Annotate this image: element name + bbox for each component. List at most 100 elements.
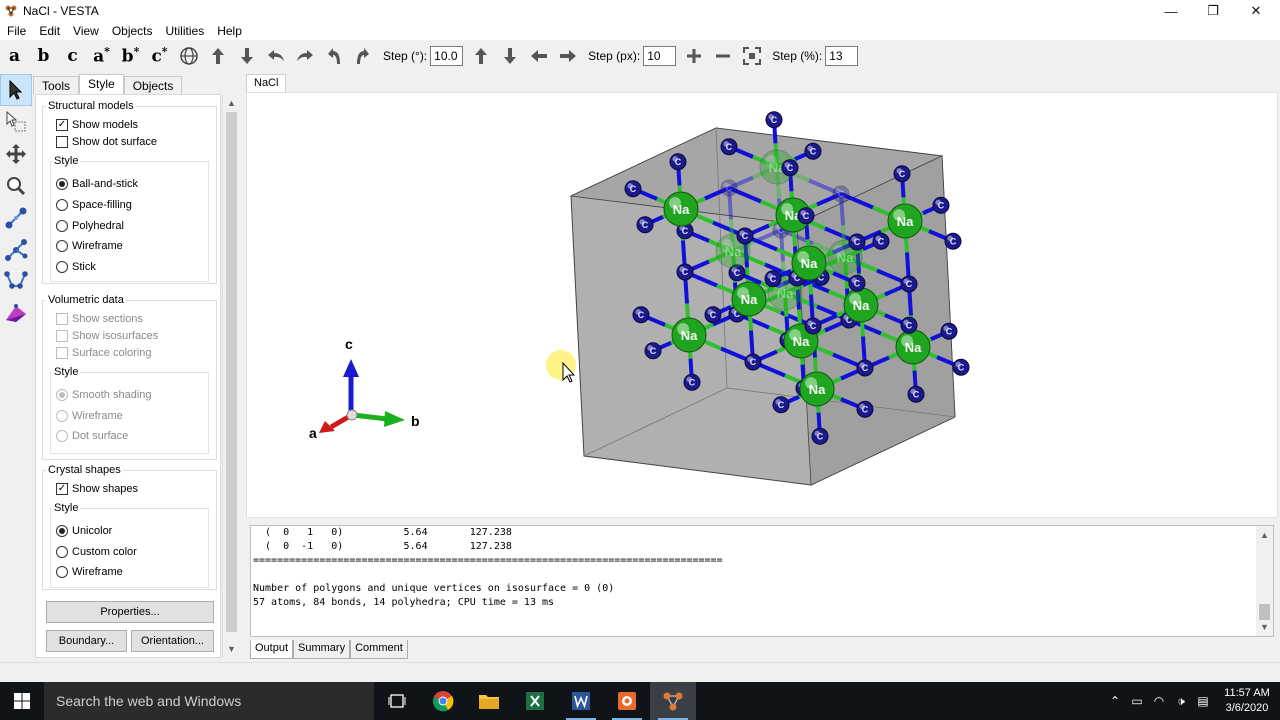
menu-file[interactable]: File — [0, 24, 32, 38]
atom-cl[interactable]: C — [644, 342, 662, 360]
atom-cl[interactable]: C — [636, 216, 654, 234]
atom-cl[interactable]: C — [736, 227, 754, 245]
atom-cl[interactable]: C — [900, 316, 918, 334]
atom-cl[interactable]: C — [720, 138, 738, 156]
show-shapes-checkbox[interactable]: ✓ — [56, 483, 68, 495]
menu-view[interactable]: View — [66, 24, 105, 38]
radio-polyhedral[interactable] — [56, 220, 68, 232]
zoom-tool-button[interactable] — [0, 170, 32, 202]
atom-cl[interactable]: C — [832, 185, 850, 203]
structure-viewer[interactable]: c b a CCCCCNaCCCNaCCCCCNaNaCCCCCCCNaNaNa… — [246, 92, 1278, 518]
view-along-a-star-button[interactable]: a* — [87, 45, 116, 67]
radio-ball-and-stick[interactable] — [56, 178, 68, 190]
fit-to-screen-button[interactable] — [737, 44, 766, 68]
menu-edit[interactable]: Edit — [32, 24, 66, 38]
scrollbar-thumb[interactable] — [1259, 604, 1270, 620]
select-tool-button[interactable] — [0, 74, 32, 106]
vol-style-wireframe[interactable]: Wireframe — [56, 410, 123, 422]
view-along-b-button[interactable]: b — [29, 46, 58, 66]
surface-coloring-checkbox[interactable] — [56, 347, 68, 359]
view-along-b-star-button[interactable]: b* — [116, 45, 145, 67]
atom-cl[interactable]: C — [848, 233, 866, 251]
show-isosurfaces-checkbox[interactable] — [56, 330, 68, 342]
tab-objects[interactable]: Objects — [123, 76, 183, 94]
atom-cl[interactable]: C — [764, 270, 782, 288]
zoom-in-button[interactable] — [679, 44, 708, 68]
atom-cl[interactable]: C — [804, 317, 822, 335]
step-percent-input[interactable] — [825, 46, 859, 66]
taskbar-chrome[interactable] — [420, 682, 466, 720]
atom-cl[interactable]: C — [848, 274, 866, 292]
translate-left-button[interactable] — [524, 44, 553, 68]
zoom-out-button[interactable] — [708, 44, 737, 68]
atom-na[interactable]: Na — [731, 281, 767, 317]
maximize-button[interactable]: ❐ — [1190, 0, 1236, 22]
atom-cl[interactable]: C — [720, 179, 738, 197]
menu-help[interactable]: Help — [210, 24, 248, 38]
atom-cl[interactable]: C — [632, 306, 650, 324]
tab-comment[interactable]: Comment — [350, 640, 408, 659]
menu-utilities[interactable]: Utilities — [159, 24, 211, 38]
atom-cl[interactable]: C — [744, 353, 762, 371]
translate-down-button[interactable] — [495, 44, 524, 68]
boundary-button[interactable]: Boundary... — [46, 630, 127, 652]
output-console[interactable]: ( 0 1 0) 5.64 127.238 ( 0 -1 0) 5.64 127… — [250, 525, 1274, 637]
atom-na[interactable]: Na — [887, 203, 923, 239]
atom-cl[interactable]: C — [765, 111, 783, 129]
tab-tools[interactable]: Tools — [33, 76, 80, 94]
atom-na[interactable]: Na — [663, 191, 699, 227]
close-button[interactable]: ✕ — [1233, 0, 1279, 22]
radio-wireframe[interactable] — [56, 240, 68, 252]
output-scrollbar[interactable]: ▲ ▼ — [1256, 526, 1273, 636]
scroll-up-icon[interactable]: ▲ — [1260, 530, 1269, 540]
side-panel-scrollbar[interactable]: ▲ ▼ — [222, 94, 239, 658]
atom-cl[interactable]: C — [676, 263, 694, 281]
translate-up-button[interactable] — [466, 44, 495, 68]
tab-summary[interactable]: Summary — [293, 640, 351, 659]
vol-style-smooth-shading[interactable]: Smooth shading — [56, 389, 152, 401]
radio-shape-wireframe[interactable] — [56, 566, 68, 578]
taskbar-file-explorer[interactable] — [466, 682, 512, 720]
show-models-checkbox-row[interactable]: ✓ Show models — [56, 119, 138, 131]
style-stick[interactable]: Stick — [56, 261, 96, 273]
atom-cl[interactable]: C — [907, 385, 925, 403]
show-dot-surface-checkbox[interactable] — [56, 136, 68, 148]
properties-button[interactable]: Properties... — [46, 601, 214, 623]
scroll-down-icon[interactable]: ▼ — [227, 644, 236, 654]
atom-na[interactable]: Na — [791, 245, 827, 281]
atom-cl[interactable]: C — [856, 400, 874, 418]
atom-cl[interactable]: C — [932, 196, 950, 214]
step-px-input[interactable] — [643, 46, 677, 66]
start-button[interactable] — [0, 682, 44, 720]
orientation-button[interactable]: Orientation... — [131, 630, 214, 652]
rotate-left-button[interactable] — [261, 44, 290, 68]
document-tab-nacl[interactable]: NaCl — [246, 74, 287, 92]
atom-cl[interactable]: C — [952, 358, 970, 376]
vol-style-dot-surface[interactable]: Dot surface — [56, 430, 128, 442]
surface-coloring-checkbox-row[interactable]: Surface coloring — [56, 347, 152, 359]
atom-na[interactable]: Na — [895, 329, 931, 365]
atom-cl[interactable]: C — [797, 207, 815, 225]
atom-cl[interactable]: C — [772, 396, 790, 414]
radio-smooth-shading[interactable] — [56, 389, 68, 401]
step-degree-input[interactable] — [430, 46, 464, 66]
taskbar-clock[interactable]: 11:57 AM 3/6/2020 — [1214, 686, 1280, 716]
style-space-filling[interactable]: Space-filling — [56, 199, 132, 211]
shape-style-unicolor[interactable]: Unicolor — [56, 525, 112, 537]
menu-objects[interactable]: Objects — [105, 24, 159, 38]
angle-tool-button[interactable] — [0, 234, 32, 266]
radio-custom-color[interactable] — [56, 546, 68, 558]
style-ball-and-stick[interactable]: Ball-and-stick — [56, 178, 138, 190]
atom-cl[interactable]: C — [940, 322, 958, 340]
atom-cl[interactable]: C — [893, 165, 911, 183]
show-models-checkbox[interactable]: ✓ — [56, 119, 68, 131]
radio-stick[interactable] — [56, 261, 68, 273]
radio-vol-wireframe[interactable] — [56, 410, 68, 422]
radio-unicolor[interactable] — [56, 525, 68, 537]
minimize-button[interactable]: — — [1148, 0, 1194, 22]
translate-tool-button[interactable] — [0, 138, 32, 170]
atom-cl[interactable]: C — [624, 180, 642, 198]
translate-right-button[interactable] — [553, 44, 582, 68]
atom-cl[interactable]: C — [856, 359, 874, 377]
taskbar-screen-recorder[interactable] — [604, 682, 650, 720]
